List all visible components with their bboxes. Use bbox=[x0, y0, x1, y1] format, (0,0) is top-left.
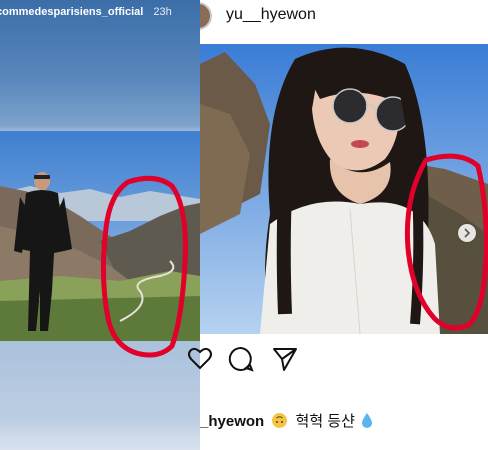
post-photo[interactable] bbox=[200, 44, 488, 334]
story-username[interactable]: commedesparisiens_official bbox=[0, 6, 143, 18]
story-photo bbox=[0, 131, 200, 341]
droplet-emoji-icon bbox=[362, 413, 373, 428]
instagram-post: yu__hyewon _hyewon 혁혁 등샨 bbox=[188, 0, 488, 450]
chevron-right-icon bbox=[464, 228, 471, 238]
carousel-next-button[interactable] bbox=[458, 224, 476, 242]
upside-down-face-emoji-icon bbox=[272, 413, 288, 428]
caption-text: 혁혁 등샨 bbox=[295, 413, 355, 430]
story-timestamp: 23h bbox=[153, 6, 172, 18]
heart-icon[interactable] bbox=[187, 346, 213, 372]
story-header: commedesparisiens_official 23h bbox=[0, 4, 172, 20]
action-bar bbox=[188, 346, 488, 374]
share-icon[interactable] bbox=[272, 346, 298, 372]
comment-icon[interactable] bbox=[228, 346, 254, 372]
post-header: yu__hyewon bbox=[200, 0, 488, 42]
avatar[interactable] bbox=[200, 2, 216, 32]
story-footer bbox=[0, 420, 200, 450]
story-panel: commedesparisiens_official 23h bbox=[0, 0, 200, 450]
post-username[interactable]: yu__hyewon bbox=[226, 6, 316, 24]
caption-username[interactable]: _hyewon bbox=[200, 413, 264, 430]
post-caption: _hyewon 혁혁 등샨 bbox=[200, 410, 373, 431]
